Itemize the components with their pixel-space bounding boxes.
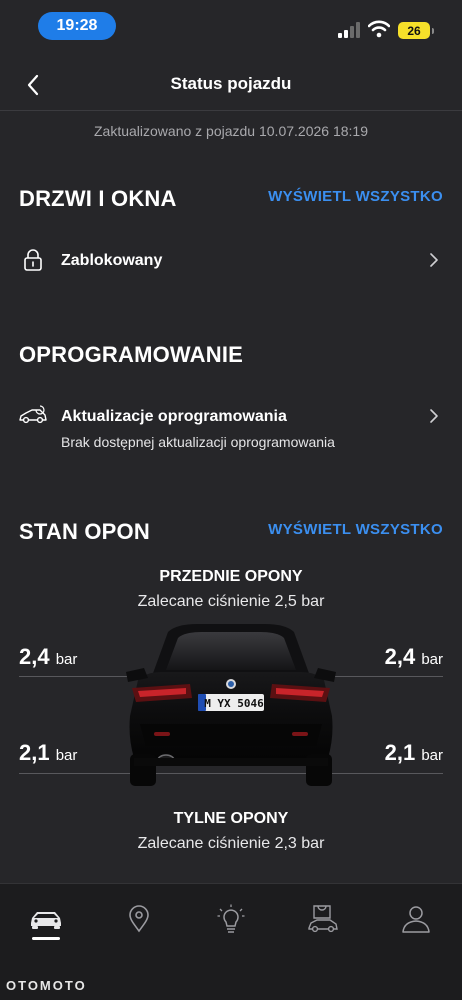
lightbulb-icon xyxy=(217,904,245,933)
front-right-pressure: 2,4 bar xyxy=(385,644,443,670)
rear-left-pressure-value: 2,1 xyxy=(19,740,50,765)
doors-status-row[interactable]: Zablokowany xyxy=(0,236,462,286)
shop-car-icon xyxy=(308,905,338,933)
battery-indicator: 26 xyxy=(398,22,434,39)
car-update-icon xyxy=(19,405,47,424)
software-update-status: Brak dostępnej aktualizacji oprogramowan… xyxy=(61,434,335,450)
lock-icon xyxy=(24,249,42,271)
software-update-label: Aktualizacje oprogramowania xyxy=(61,408,287,425)
nav-map-tab[interactable] xyxy=(116,900,162,938)
front-tires-recommended: Zalecane ciśnienie 2,5 bar xyxy=(137,593,325,610)
tires-view-all-link[interactable]: WYŚWIETL WSZYSTKO xyxy=(268,521,443,538)
front-left-pressure: 2,4 bar xyxy=(19,644,77,670)
front-left-pressure-value: 2,4 xyxy=(19,644,50,669)
chevron-right-icon xyxy=(430,253,438,267)
header-divider xyxy=(0,110,462,111)
nav-shop-tab[interactable] xyxy=(300,900,346,938)
cellular-signal-icon xyxy=(338,22,360,38)
otomoto-watermark: OTOMOTO xyxy=(6,978,87,993)
rear-tires-title: TYLNE OPONY xyxy=(173,810,289,827)
doors-section-title: DRZWI I OKNA xyxy=(19,186,177,211)
profile-icon xyxy=(402,906,430,933)
page-title: Status pojazdu xyxy=(170,74,292,93)
nav-profile-tab[interactable] xyxy=(393,900,439,938)
car-icon xyxy=(31,912,61,929)
doors-status-label: Zablokowany xyxy=(61,252,163,269)
rear-right-pressure-value: 2,1 xyxy=(384,740,416,765)
rear-right-pressure-unit: bar xyxy=(421,747,443,764)
tires-section-title: STAN OPON xyxy=(19,519,150,544)
location-pin-icon xyxy=(129,905,149,933)
nav-discover-tab[interactable] xyxy=(208,900,254,938)
rear-left-pressure: 2,1 bar xyxy=(19,740,77,766)
nav-active-indicator xyxy=(32,937,60,940)
last-updated-text: Zaktualizowano z pojazdu 10.07.2026 18:1… xyxy=(94,123,368,139)
front-left-pressure-unit: bar xyxy=(55,651,78,668)
software-section-title: OPROGRAMOWANIE xyxy=(19,342,244,367)
status-time: 19:28 xyxy=(38,12,116,40)
license-plate-text: M YX 5046 xyxy=(204,697,264,710)
front-right-pressure-value: 2,4 xyxy=(384,644,416,669)
rear-left-pressure-unit: bar xyxy=(55,747,78,764)
nav-vehicle-tab[interactable] xyxy=(23,900,69,938)
rear-tires-recommended: Zalecane ciśnienie 2,3 bar xyxy=(137,835,325,852)
front-right-pressure-unit: bar xyxy=(421,651,443,668)
front-tires-title: PRZEDNIE OPONY xyxy=(159,568,303,585)
rear-right-pressure: 2,1 bar xyxy=(385,740,443,766)
software-update-row[interactable]: Aktualizacje oprogramowania Brak dostępn… xyxy=(0,396,462,458)
car-rear-image: M YX 5046 xyxy=(126,624,336,786)
doors-view-all-link[interactable]: WYŚWIETL WSZYSTKO xyxy=(268,188,443,205)
chevron-right-icon xyxy=(430,409,438,423)
wifi-icon xyxy=(368,20,390,38)
